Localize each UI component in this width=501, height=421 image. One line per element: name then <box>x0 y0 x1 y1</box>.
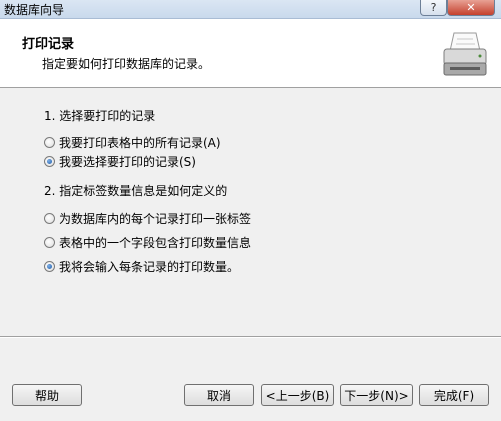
radio-label: 为数据库内的每个记录打印一张标签 <box>59 211 252 226</box>
radio-select-records[interactable]: 我要选择要打印的记录(S) <box>44 153 196 169</box>
cancel-button[interactable]: 取消 <box>184 384 254 406</box>
help-icon[interactable]: ? <box>420 0 447 16</box>
radio-button[interactable] <box>44 236 55 248</box>
section-label-quantity-label: 2. 指定标签数量信息是如何定义的 <box>44 184 228 198</box>
radio-label: 我要打印表格中的所有记录(A) <box>59 135 221 150</box>
window-title: 数据库向导 <box>4 3 65 17</box>
radio-label: 表格中的一个字段包含打印数量信息 <box>59 235 252 250</box>
radio-enter-quantity[interactable]: 我将会输入每条记录的打印数量。 <box>44 258 239 274</box>
radio-button[interactable] <box>44 212 55 224</box>
wizard-body: 1. 选择要打印的记录 我要打印表格中的所有记录(A) 我要选择要打印的记录(S… <box>0 88 501 336</box>
back-button[interactable]: <上一步(B) <box>261 384 334 406</box>
radio-field-contains-quantity[interactable]: 表格中的一个字段包含打印数量信息 <box>44 234 251 250</box>
radio-button[interactable] <box>44 260 55 272</box>
radio-one-label-per-record[interactable]: 为数据库内的每个记录打印一张标签 <box>44 210 251 226</box>
title-bar: 数据库向导 ? ✕ <box>0 0 501 19</box>
radio-button[interactable] <box>44 136 55 148</box>
radio-label: 我要选择要打印的记录(S) <box>59 154 196 169</box>
page-subtitle: 指定要如何打印数据库的记录。 <box>42 57 211 71</box>
page-title: 打印记录 <box>22 37 75 52</box>
radio-label: 我将会输入每条记录的打印数量。 <box>59 259 240 274</box>
radio-print-all-records[interactable]: 我要打印表格中的所有记录(A) <box>44 134 221 150</box>
radio-button[interactable] <box>44 155 55 167</box>
section-select-records-label: 1. 选择要打印的记录 <box>44 109 156 123</box>
wizard-header: 打印记录 指定要如何打印数据库的记录。 <box>0 19 501 88</box>
next-button[interactable]: 下一步(N)> <box>340 384 413 406</box>
help-button[interactable]: 帮助 <box>12 384 82 406</box>
printer-icon <box>443 32 487 76</box>
divider <box>0 336 501 338</box>
finish-button[interactable]: 完成(F) <box>419 384 489 406</box>
close-icon[interactable]: ✕ <box>447 0 495 16</box>
